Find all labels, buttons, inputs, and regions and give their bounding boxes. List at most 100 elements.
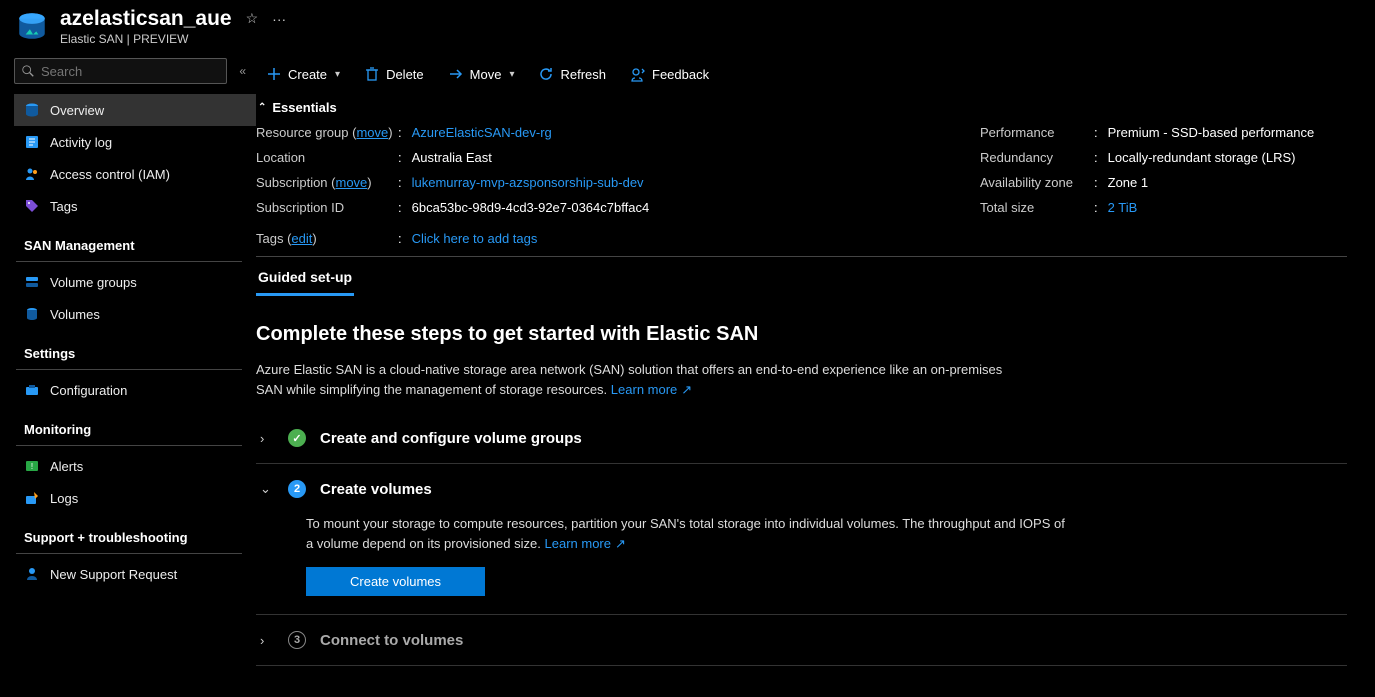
sidebar-item-volumes[interactable]: Volumes (14, 298, 256, 330)
essentials-value[interactable]: lukemurray-mvp-azsponsorship-sub-dev (412, 175, 644, 190)
step-header[interactable]: › 3 Connect to volumes (260, 615, 1343, 665)
sidebar-item-volume-groups[interactable]: Volume groups (14, 266, 256, 298)
sidebar-item-logs[interactable]: Logs (14, 482, 256, 514)
sidebar-group-header: Settings (14, 330, 256, 365)
refresh-button[interactable]: Refresh (528, 60, 616, 88)
logs-icon (24, 490, 40, 506)
edit-tags-link[interactable]: edit (291, 231, 312, 246)
add-tags-link[interactable]: Click here to add tags (412, 231, 538, 246)
essentials-panel: Resource group (move):AzureElasticSAN-de… (256, 125, 1347, 215)
move-button[interactable]: Move▾ (438, 60, 525, 88)
sidebar-search[interactable] (14, 58, 227, 84)
chevron-down-icon: ▾ (335, 69, 340, 80)
sidebar-item-label: Access control (IAM) (50, 167, 170, 182)
svg-text:!: ! (31, 462, 33, 471)
sidebar-item-label: Volumes (50, 307, 100, 322)
sidebar-item-label: Volume groups (50, 275, 137, 290)
more-actions-icon[interactable]: ··· (272, 11, 286, 27)
sidebar-item-label: Configuration (50, 383, 127, 398)
essentials-label: Total size (980, 200, 1094, 215)
step-number-badge: 3 (288, 631, 306, 649)
chevron-icon: › (260, 431, 274, 446)
sidebar-item-overview[interactable]: Overview (14, 94, 256, 126)
divider (16, 553, 242, 554)
resource-type-label: Elastic SAN | PREVIEW (60, 32, 286, 46)
essentials-row: Redundancy:Locally-redundant storage (LR… (980, 150, 1314, 165)
sidebar-item-activity-log[interactable]: Activity log (14, 126, 256, 158)
step-title: Create volumes (320, 481, 432, 498)
sidebar: « Overview Activity log Access control (IA… (0, 48, 256, 697)
step-title: Connect to volumes (320, 632, 463, 649)
search-input[interactable] (41, 64, 220, 79)
tags-label: Tags (edit) (256, 231, 398, 246)
overview-icon (24, 102, 40, 118)
essentials-value[interactable]: AzureElasticSAN-dev-rg (412, 125, 552, 140)
create-button[interactable]: Create▾ (256, 60, 350, 88)
sidebar-item-label: Overview (50, 103, 104, 118)
iam-icon (24, 166, 40, 182)
essentials-row: Total size:2 TiB (980, 200, 1314, 215)
divider (16, 261, 242, 262)
sidebar-group-header: SAN Management (14, 222, 256, 257)
essentials-label: Performance (980, 125, 1094, 140)
sidebar-collapse-icon[interactable]: « (239, 64, 246, 78)
tab-guided-set-up[interactable]: Guided set-up (256, 259, 354, 296)
sidebar-group-header: Support + troubleshooting (14, 514, 256, 549)
essentials-value: Australia East (412, 150, 492, 165)
sidebar-item-tags[interactable]: Tags (14, 190, 256, 222)
activity-icon (24, 134, 40, 150)
chevron-up-icon: ⌃ (258, 102, 266, 113)
label-link[interactable]: move (335, 175, 367, 190)
step-title: Create and configure volume groups (320, 430, 582, 447)
guided-description: Azure Elastic SAN is a cloud-native stor… (256, 360, 1026, 399)
sidebar-item-access-control-iam-[interactable]: Access control (IAM) (14, 158, 256, 190)
essentials-row: Performance:Premium - SSD-based performa… (980, 125, 1314, 140)
volumes-icon (24, 306, 40, 322)
essentials-toggle[interactable]: ⌃ Essentials (256, 96, 1347, 125)
label-link[interactable]: move (356, 125, 388, 140)
essentials-label: Resource group (move) (256, 125, 398, 140)
essentials-row: Availability zone:Zone 1 (980, 175, 1314, 190)
resource-title: azelasticsan_aue (60, 7, 232, 31)
guided-title: Complete these steps to get started with… (256, 323, 1347, 346)
essentials-label: Subscription (move) (256, 175, 398, 190)
step-header[interactable]: ⌄2Create volumes (260, 464, 1343, 514)
sidebar-item-label: Activity log (50, 135, 112, 150)
chevron-down-icon: ▾ (509, 69, 514, 80)
essentials-row: Subscription ID:6bca53bc-98d9-4cd3-92e7-… (256, 200, 940, 215)
support-icon (24, 566, 40, 582)
learn-more-link[interactable]: Learn more↗ (545, 536, 626, 551)
sidebar-item-new-support-request[interactable]: New Support Request (14, 558, 256, 590)
essentials-value[interactable]: 2 TiB (1108, 200, 1138, 215)
sidebar-item-configuration[interactable]: Configuration (14, 374, 256, 406)
check-icon: ✓ (288, 429, 306, 447)
sidebar-item-alerts[interactable]: ! Alerts (14, 450, 256, 482)
essentials-label: Availability zone (980, 175, 1094, 190)
essentials-row: Subscription (move):lukemurray-mvp-azspo… (256, 175, 940, 190)
essentials-value: Locally-redundant storage (LRS) (1108, 150, 1296, 165)
search-icon (21, 64, 35, 78)
essentials-value: Premium - SSD-based performance (1108, 125, 1315, 140)
feedback-button[interactable]: Feedback (620, 60, 719, 88)
delete-button[interactable]: Delete (354, 60, 434, 88)
step-header[interactable]: › ✓ Create and configure volume groups (260, 413, 1343, 463)
resource-icon (14, 8, 50, 44)
resource-header: azelasticsan_aue ☆ ··· Elastic SAN | PRE… (0, 0, 1375, 48)
sidebar-item-label: Alerts (50, 459, 83, 474)
main-content: Create▾ Delete Move▾ Refresh Feedback ⌃ … (256, 48, 1375, 697)
step-number-badge: 2 (288, 480, 306, 498)
guided-step: › 3 Connect to volumes (256, 615, 1347, 666)
learn-more-link[interactable]: Learn more↗ (611, 382, 692, 397)
tags-icon (24, 198, 40, 214)
config-icon (24, 382, 40, 398)
essentials-value: 6bca53bc-98d9-4cd3-92e7-0364c7bffac4 (412, 200, 650, 215)
create-volumes-button[interactable]: Create volumes (306, 567, 485, 596)
sidebar-group-header: Monitoring (14, 406, 256, 441)
favorite-star-icon[interactable]: ☆ (246, 10, 259, 27)
chevron-icon: › (260, 633, 274, 648)
essentials-label: Redundancy (980, 150, 1094, 165)
alerts-icon: ! (24, 458, 40, 474)
essentials-label: Subscription ID (256, 200, 398, 215)
step-body: To mount your storage to compute resourc… (260, 514, 1343, 614)
divider (16, 445, 242, 446)
